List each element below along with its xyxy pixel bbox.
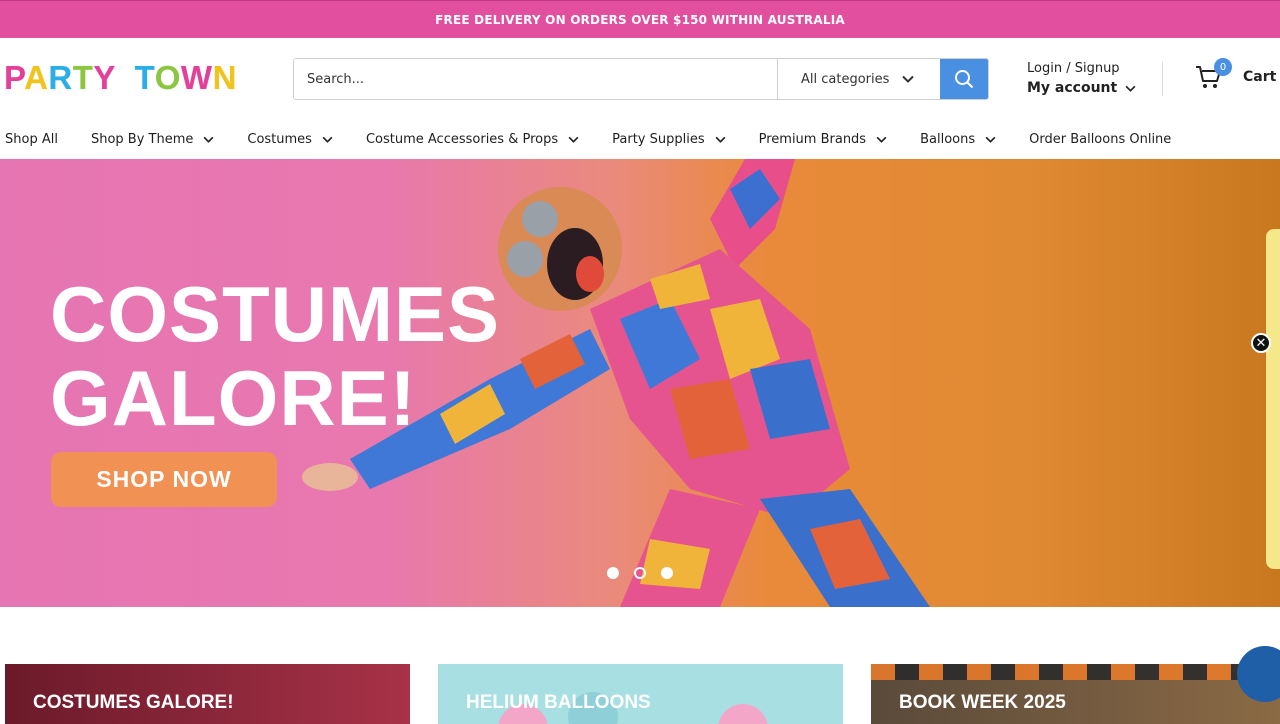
chevron-down-icon xyxy=(1125,85,1136,92)
card-helium-balloons[interactable]: HELIUM BALLOONS xyxy=(438,664,843,724)
login-signup-link[interactable]: Login / Signup xyxy=(1027,60,1136,78)
hero-title-line1: COSTUMES xyxy=(50,270,501,358)
nav-order-balloons-online[interactable]: Order Balloons Online xyxy=(1029,132,1171,147)
search-button[interactable] xyxy=(940,59,988,99)
card-label: HELIUM BALLOONS xyxy=(466,692,651,713)
slider-dot[interactable] xyxy=(661,567,673,579)
nav-label: Shop By Theme xyxy=(90,132,194,147)
nav-label: Costumes xyxy=(247,132,312,147)
chevron-down-icon xyxy=(902,75,914,83)
card-label: COSTUMES GALORE! xyxy=(33,692,234,713)
chevron-down-icon xyxy=(715,136,726,143)
account-menu[interactable]: Login / Signup My account xyxy=(1027,60,1136,98)
chevron-down-icon xyxy=(568,136,579,143)
search-input[interactable] xyxy=(294,59,777,99)
nav-premium-brands[interactable]: Premium Brands xyxy=(759,132,887,147)
nav-shop-all[interactable]: Shop All xyxy=(5,132,58,147)
main-nav: Shop All Shop By Theme Costumes Costume … xyxy=(0,120,1280,159)
search-bar: All categories xyxy=(293,58,989,100)
announcement-text: FREE DELIVERY ON ORDERS OVER $150 WITHIN… xyxy=(435,12,845,27)
nav-label: Balloons xyxy=(920,132,976,147)
nav-shop-by-theme[interactable]: Shop By Theme xyxy=(91,132,214,147)
nav-costumes[interactable]: Costumes xyxy=(247,132,333,147)
cart-count-badge: 0 xyxy=(1214,58,1232,76)
cart-button[interactable]: 0 Cart xyxy=(1195,58,1277,91)
announcement-bar: FREE DELIVERY ON ORDERS OVER $150 WITHIN… xyxy=(0,0,1280,38)
card-label: BOOK WEEK 2025 xyxy=(899,692,1066,713)
card-book-week[interactable]: BOOK WEEK 2025 xyxy=(871,664,1280,724)
nav-party-supplies[interactable]: Party Supplies xyxy=(612,132,726,147)
my-account-label: My account xyxy=(1027,80,1118,96)
nav-label: Party Supplies xyxy=(612,132,705,147)
side-tab[interactable] xyxy=(1266,229,1280,569)
hero-banner[interactable]: COSTUMES GALORE! SHOP NOW xyxy=(0,159,1280,607)
category-select[interactable]: All categories xyxy=(777,59,940,99)
search-icon xyxy=(955,70,974,89)
chevron-down-icon xyxy=(876,136,887,143)
nav-label: Order Balloons Online xyxy=(1029,132,1172,147)
slider-dot[interactable] xyxy=(634,567,646,579)
header: PARTY TOWN All categories Login / Signup… xyxy=(0,38,1280,120)
hero-title-line2: GALORE! xyxy=(50,354,417,442)
slider-dot[interactable] xyxy=(607,567,619,579)
nav-label: Premium Brands xyxy=(758,132,867,147)
nav-balloons[interactable]: Balloons xyxy=(920,132,996,147)
my-account-button[interactable]: My account xyxy=(1027,78,1136,98)
card-costumes[interactable]: COSTUMES GALORE! xyxy=(5,664,410,724)
hero-title: COSTUMES GALORE! xyxy=(50,272,500,440)
chevron-down-icon xyxy=(985,136,996,143)
nav-label: Shop All xyxy=(5,132,58,147)
party-town-logo[interactable]: PARTY TOWN xyxy=(4,60,237,96)
shop-now-button[interactable]: SHOP NOW xyxy=(51,452,277,507)
cart-icon: 0 xyxy=(1195,58,1232,91)
category-select-label: All categories xyxy=(801,71,890,87)
header-divider xyxy=(1162,62,1163,96)
slider-dots xyxy=(607,567,673,579)
chevron-down-icon xyxy=(322,136,333,143)
chevron-down-icon xyxy=(203,136,214,143)
cart-label: Cart xyxy=(1243,69,1277,85)
nav-label: Costume Accessories & Props xyxy=(365,132,559,147)
nav-costume-accessories[interactable]: Costume Accessories & Props xyxy=(366,132,579,147)
category-cards: COSTUMES GALORE! HELIUM BALLOONS BOOK WE… xyxy=(0,664,1280,724)
close-icon[interactable]: ✕ xyxy=(1251,333,1271,353)
